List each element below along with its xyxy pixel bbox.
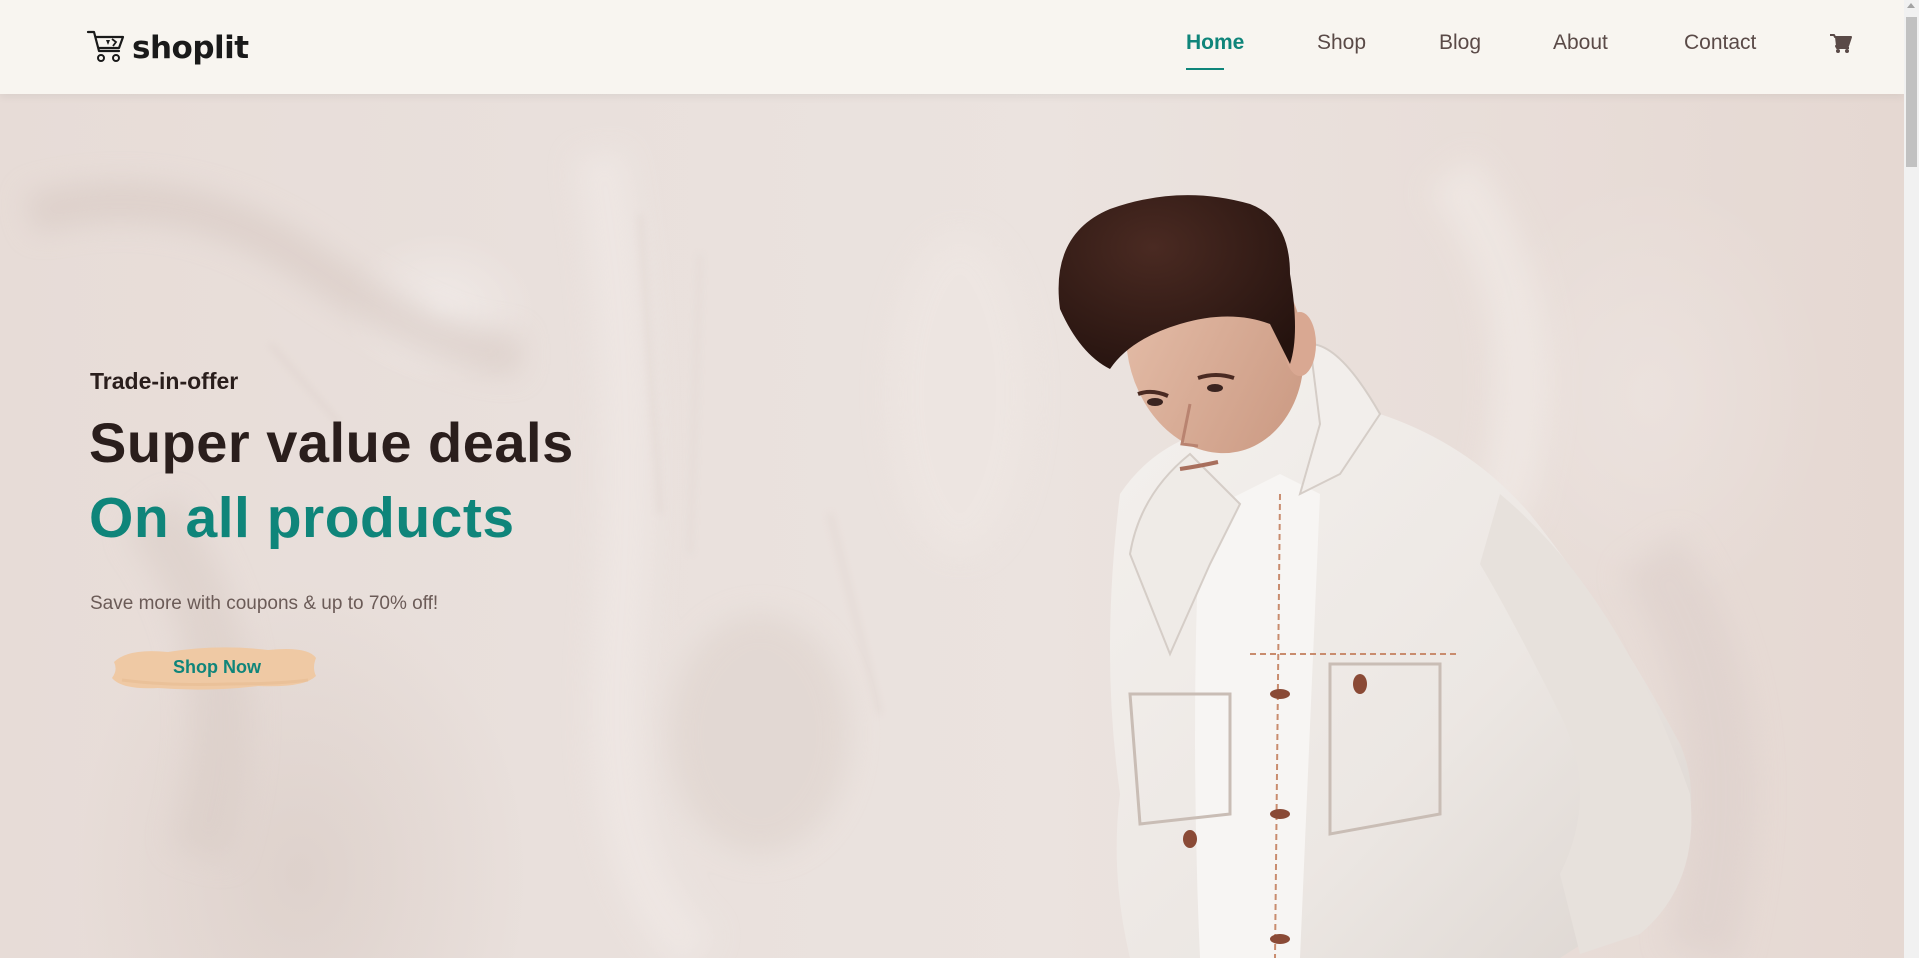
nav-active-underline	[1186, 68, 1224, 70]
shopping-cart-icon[interactable]	[1830, 34, 1852, 58]
hero-headline: Super value deals	[89, 411, 574, 474]
nav-blog[interactable]: Blog	[1439, 31, 1481, 55]
site-header: shoplit Home Shop Blog About Contact	[0, 0, 1904, 94]
scrollbar-thumb[interactable]	[1906, 17, 1917, 167]
cart-logo-icon	[86, 28, 126, 68]
nav-about[interactable]: About	[1553, 31, 1608, 55]
scroll-up-arrow-icon[interactable]	[1907, 3, 1915, 8]
brand-logo[interactable]: shoplit	[86, 28, 249, 68]
hero-section: Trade-in-offer Super value deals On all …	[0, 94, 1904, 958]
shop-now-button[interactable]: Shop Now	[108, 640, 318, 694]
nav-contact[interactable]: Contact	[1684, 31, 1756, 55]
shop-now-label: Shop Now	[173, 657, 261, 677]
hero-subtext: Save more with coupons & up to 70% off!	[90, 593, 439, 614]
page-scrollbar[interactable]	[1904, 0, 1919, 958]
nav-shop[interactable]: Shop	[1317, 31, 1366, 55]
hero-headline-accent: On all products	[89, 486, 515, 550]
hero-eyebrow: Trade-in-offer	[90, 368, 239, 394]
brand-name: shoplit	[132, 30, 249, 66]
nav-home[interactable]: Home	[1186, 31, 1244, 55]
